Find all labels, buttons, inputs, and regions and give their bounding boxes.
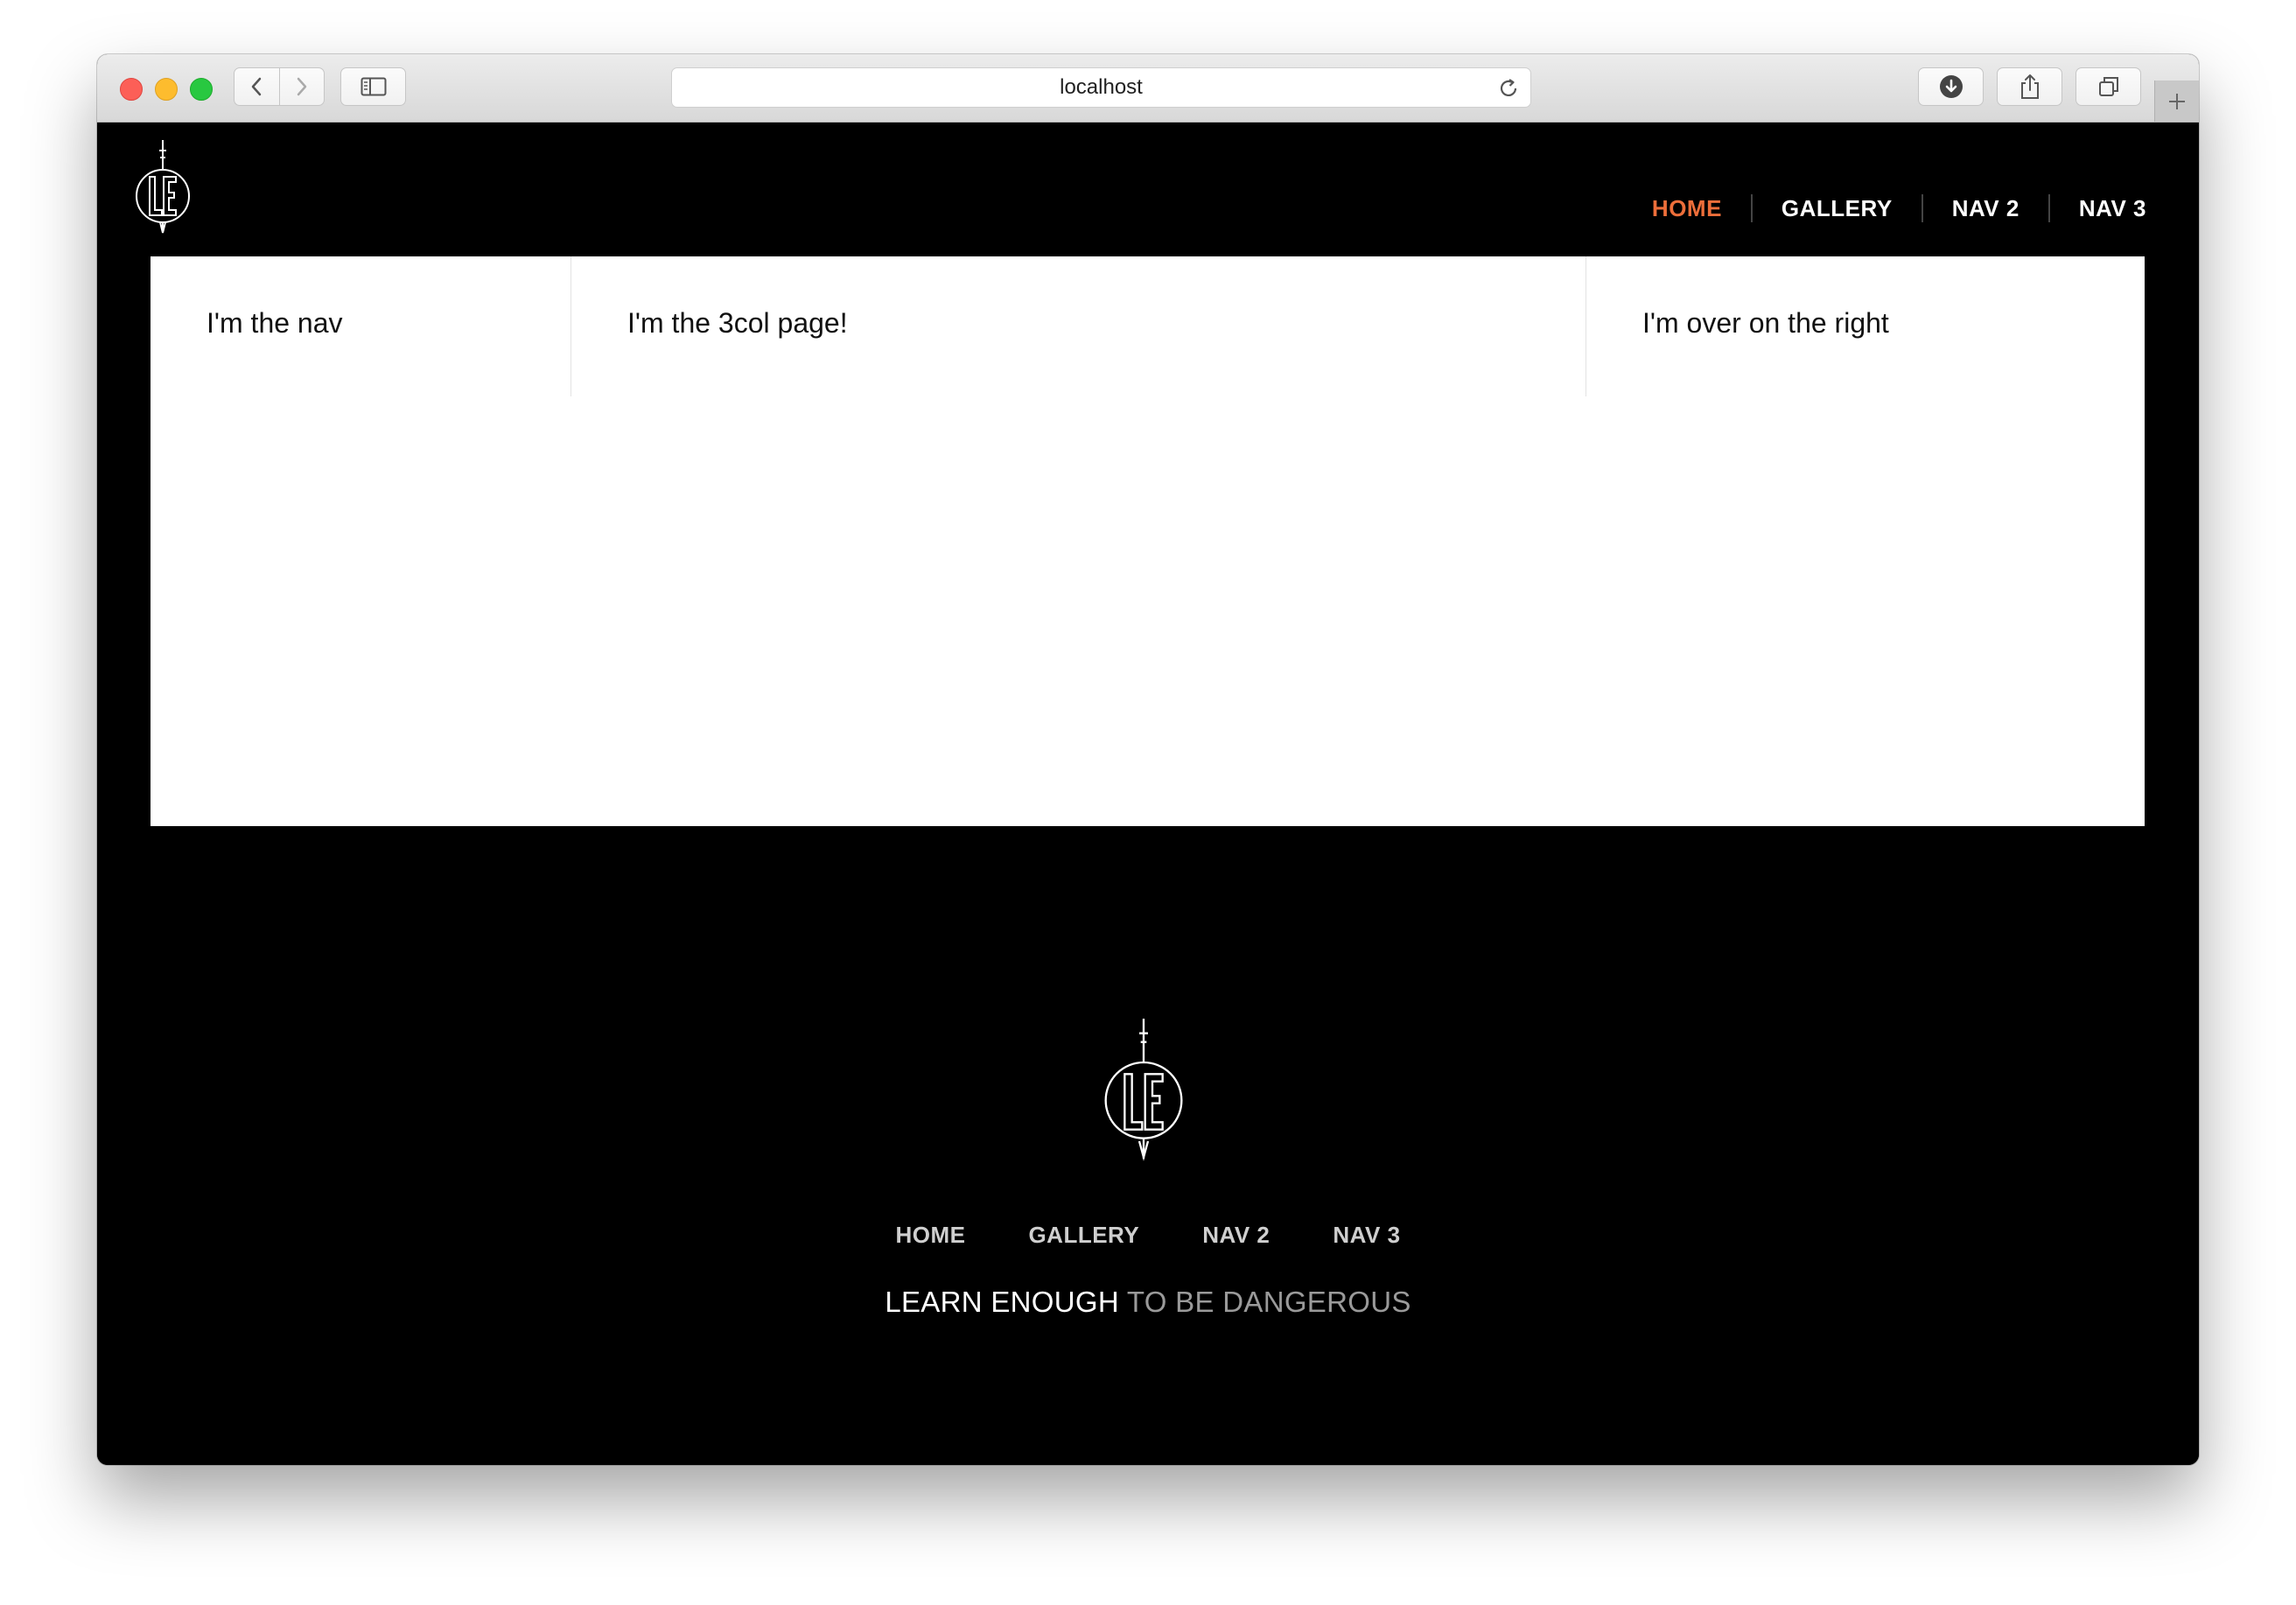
browser-window: localhost HOME GALLERY NAV 2 NAV 3 I'm t… xyxy=(97,54,2199,1465)
chevron-left-icon xyxy=(252,77,262,96)
footer-nav: HOME GALLERY NAV 2 NAV 3 xyxy=(97,1222,2199,1249)
nav-separator xyxy=(2048,194,2050,222)
sidebar-button[interactable] xyxy=(340,67,406,106)
tabs-overview-icon xyxy=(2098,77,2118,96)
content-panel: I'm the nav I'm the 3col page! I'm over … xyxy=(150,256,2145,826)
nav-nav-3[interactable]: NAV 3 xyxy=(2079,195,2146,222)
center-column-text: I'm the 3col page! xyxy=(627,307,848,339)
url-text: localhost xyxy=(1060,75,1143,99)
nav-gallery[interactable]: GALLERY xyxy=(1782,195,1893,222)
footer-tagline: LEARN ENOUGH TO BE DANGEROUS xyxy=(97,1286,2199,1319)
browser-toolbar: localhost xyxy=(97,54,2199,123)
left-column: I'm the nav xyxy=(150,256,571,396)
sidebar-icon xyxy=(360,77,386,96)
nav-home[interactable]: HOME xyxy=(1652,195,1722,222)
minimize-window-button[interactable] xyxy=(155,78,178,101)
nav-nav-2[interactable]: NAV 2 xyxy=(1952,195,2020,222)
le-logo-icon[interactable] xyxy=(134,138,192,235)
share-button[interactable] xyxy=(1997,67,2062,106)
left-column-text: I'm the nav xyxy=(206,307,343,339)
close-window-button[interactable] xyxy=(120,78,143,101)
web-page: HOME GALLERY NAV 2 NAV 3 I'm the nav I'm… xyxy=(97,123,2199,1465)
address-bar[interactable]: localhost xyxy=(671,67,1531,108)
back-button[interactable] xyxy=(234,68,279,105)
zoom-window-button[interactable] xyxy=(190,78,213,101)
tagline-strong: LEARN ENOUGH xyxy=(885,1286,1119,1318)
tab-overview-button[interactable] xyxy=(2076,67,2141,106)
nav-separator xyxy=(1750,194,1753,222)
downloads-button[interactable] xyxy=(1918,67,1984,106)
tagline-rest: TO BE DANGEROUS xyxy=(1126,1286,1411,1318)
forward-button[interactable] xyxy=(278,68,325,105)
footer-nav-nav-2[interactable]: NAV 2 xyxy=(1202,1222,1270,1249)
reload-icon[interactable] xyxy=(1497,77,1520,100)
footer-nav-gallery[interactable]: GALLERY xyxy=(1028,1222,1139,1249)
nav-separator xyxy=(1921,194,1923,222)
right-column-text: I'm over on the right xyxy=(1642,307,1889,339)
center-column: I'm the 3col page! xyxy=(571,256,1586,396)
download-icon xyxy=(1939,75,1963,98)
chevron-right-icon xyxy=(297,77,306,96)
right-column: I'm over on the right xyxy=(1586,256,2145,396)
share-icon xyxy=(2020,74,2039,99)
history-buttons xyxy=(234,67,325,106)
footer-nav-nav-3[interactable]: NAV 3 xyxy=(1333,1222,1400,1249)
main-nav: HOME GALLERY NAV 2 NAV 3 xyxy=(1652,194,2146,222)
footer-nav-home[interactable]: HOME xyxy=(895,1222,965,1249)
footer-le-logo-icon[interactable] xyxy=(1096,1015,1192,1162)
new-tab-button[interactable] xyxy=(2154,81,2199,122)
plus-icon xyxy=(2169,93,2185,109)
